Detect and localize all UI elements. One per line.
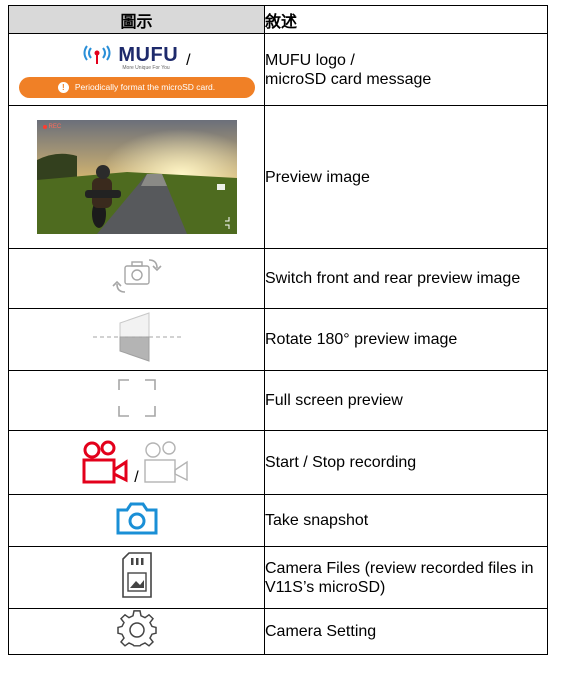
table-row: Camera Setting (8, 608, 548, 655)
alert-icon: ! (57, 81, 69, 93)
record-start-icon (82, 440, 128, 483)
row-description: Start / Stop recording (264, 430, 548, 495)
row-description: Switch front and rear preview image (264, 248, 548, 309)
fullscreen-cell (8, 370, 265, 431)
header-icon-column: 圖示 (8, 5, 265, 34)
fullscreen-icon (117, 379, 156, 417)
table-row: Take snapshot (8, 494, 548, 547)
row-description: MUFU logo / microSD card message (264, 33, 548, 106)
row-description: Take snapshot (264, 494, 548, 547)
table-header-row: 圖示 敘述 (8, 5, 548, 34)
microsd-message-banner: ! Periodically format the microSD card. (18, 76, 255, 98)
table-row: / Start / Stop recording (8, 430, 548, 495)
record-dot-icon (42, 125, 47, 129)
camera-setting-cell (8, 608, 265, 655)
preview-image-thumbnail: REC (36, 120, 237, 234)
mufu-logo-icon: MUFU More Unique For You (82, 44, 178, 71)
table-row: REC Preview image (8, 105, 548, 249)
header-description-column: 敘述 (264, 5, 548, 34)
mufu-tagline: More Unique For You (122, 64, 170, 71)
row-description: Preview image (264, 105, 548, 249)
table-row: Rotate 180° preview image (8, 308, 548, 371)
table-row: Switch front and rear preview image (8, 248, 548, 309)
separator-slash: / (134, 468, 139, 486)
preview-image-cell: REC (8, 105, 265, 249)
switch-camera-cell (8, 248, 265, 309)
row-description: Camera Setting (264, 608, 548, 655)
row-description: Camera Files (review recorded files in V… (264, 546, 548, 609)
switch-camera-icon (111, 259, 162, 293)
mufu-brand-text: MUFU (118, 43, 179, 66)
recording-indicator: REC (42, 124, 62, 130)
wifi-signal-icon (83, 45, 111, 64)
rec-label: REC (48, 124, 62, 130)
camera-icon (116, 502, 157, 535)
table-row: MUFU More Unique For You / ! Periodicall… (8, 33, 548, 106)
table-row: Camera Files (review recorded files in V… (8, 546, 548, 609)
snapshot-cell (8, 494, 265, 547)
rotate-cell (8, 308, 265, 371)
gear-icon (116, 610, 157, 647)
row-description: Rotate 180° preview image (264, 308, 548, 371)
row-description: Full screen preview (264, 370, 548, 431)
icon-description-table: 圖示 敘述 MUFU More Unique For You / ! Perio… (8, 5, 548, 655)
record-stop-icon (144, 440, 188, 483)
separator-slash: / (186, 51, 191, 69)
rotate-icon (92, 312, 181, 362)
sd-card-files-icon (121, 552, 152, 598)
table-row: Full screen preview (8, 370, 548, 431)
mufu-logo-cell: MUFU More Unique For You / ! Periodicall… (8, 33, 265, 106)
microsd-message-text: Periodically format the microSD card. (74, 82, 216, 92)
camera-files-cell (8, 546, 265, 609)
record-cell: / (8, 430, 265, 495)
